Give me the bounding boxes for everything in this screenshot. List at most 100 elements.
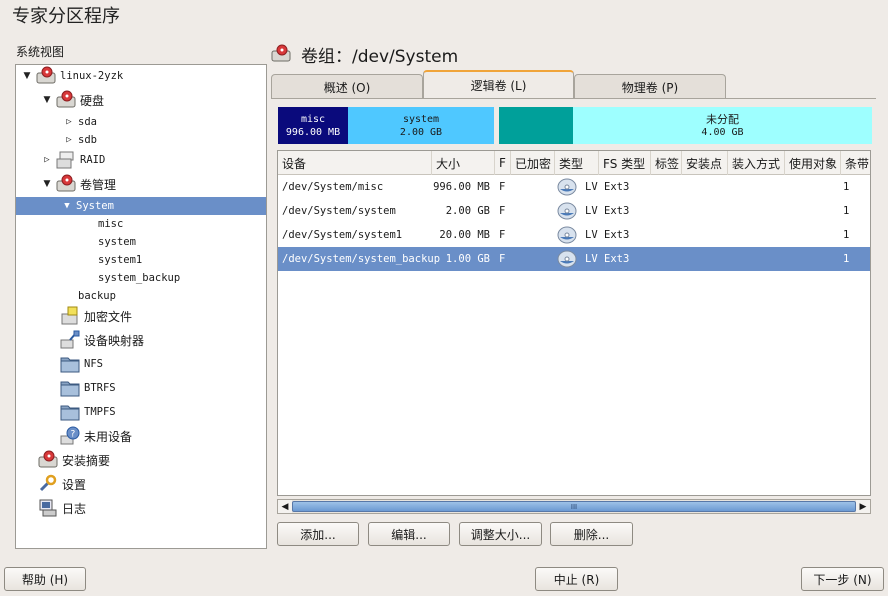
cell-fs-type: Ext3 <box>604 253 630 265</box>
scroll-right-icon[interactable]: ▶ <box>856 500 870 513</box>
harddisk-icon <box>56 90 76 110</box>
tree-item-log[interactable]: 日志 <box>16 499 266 517</box>
collapsed-arrow-icon[interactable]: ▷ <box>64 117 74 127</box>
cell-fs-type: Ext3 <box>604 229 630 241</box>
tree-item-system[interactable]: system <box>16 233 266 251</box>
next-button[interactable]: 下一步 (N) <box>801 567 884 591</box>
tree-label-misc: misc <box>98 218 124 230</box>
tree-label-volume-manager: 卷管理 <box>80 177 117 192</box>
col-size[interactable]: 大小 <box>432 151 495 175</box>
host-icon <box>36 66 56 86</box>
tab-bar: 概述 (O) 逻辑卷 (L) 物理卷 (P) <box>271 70 876 99</box>
cell-type: LV <box>585 181 598 193</box>
volume-group-title: 卷组：/dev/System <box>301 47 459 67</box>
tree-label-backup: backup <box>78 290 116 302</box>
tree-label-unused-devices: 未用设备 <box>84 429 133 444</box>
cell-device: /dev/System/system_backup <box>282 253 441 265</box>
tree-item-host[interactable]: ▼ linux-2yzk <box>16 66 266 86</box>
col-encrypted[interactable]: 已加密 <box>511 151 555 175</box>
table-row[interactable]: /dev/System/system1 20.00 MB F LV Ext3 1 <box>278 223 870 247</box>
tree-label-raid: RAID <box>80 154 106 166</box>
tab-logical-volumes[interactable]: 逻辑卷 (L) <box>423 70 574 99</box>
tab-physical-volumes[interactable]: 物理卷 (P) <box>574 74 726 99</box>
tree-label-crypt-files: 加密文件 <box>84 309 133 324</box>
table-row[interactable]: /dev/System/system 2.00 GB F LV Ext3 1 <box>278 199 870 223</box>
cell-type: LV <box>585 229 598 241</box>
tab-logical-volumes-label: 逻辑卷 (L) <box>470 79 527 93</box>
col-type[interactable]: 类型 <box>555 151 599 175</box>
col-mount-point[interactable]: 安装点 <box>682 151 728 175</box>
horizontal-scrollbar[interactable]: ◀ III ▶ <box>277 499 871 514</box>
app-title: 专家分区程序 <box>12 6 120 27</box>
settings-icon <box>38 474 58 494</box>
tree-item-install-summary[interactable]: 安装摘要 <box>16 450 266 469</box>
col-device[interactable]: 设备 <box>278 151 432 175</box>
table-row[interactable]: /dev/System/misc 996.00 MB F LV Ext3 1 <box>278 175 870 199</box>
tree-item-system1[interactable]: system1 <box>16 251 266 269</box>
table-row[interactable]: /dev/System/system_backup 1.00 GB F LV E… <box>278 247 870 271</box>
cell-stripes: 1 <box>843 229 850 241</box>
tree-item-settings[interactable]: 设置 <box>16 474 266 494</box>
collapsed-arrow-icon[interactable]: ▷ <box>64 135 74 145</box>
tree-item-tmpfs[interactable]: TMPFS <box>16 403 266 421</box>
tree-label-sdb: sdb <box>78 134 97 146</box>
scrollbar-thumb[interactable]: III <box>292 501 856 512</box>
expanded-arrow-icon[interactable]: ▼ <box>62 201 72 211</box>
edit-button[interactable]: 编辑... <box>368 522 450 546</box>
col-used-by[interactable]: 使用对象 <box>785 151 841 175</box>
tree-item-system-backup[interactable]: system_backup <box>16 269 266 287</box>
tree-label-system-backup: system_backup <box>98 272 181 284</box>
tree-item-raid[interactable]: ▷ RAID <box>16 151 266 169</box>
col-label[interactable]: 标签 <box>651 151 682 175</box>
col-stripes[interactable]: 条带 <box>841 151 870 175</box>
tree-label-sda: sda <box>78 116 97 128</box>
expanded-arrow-icon[interactable]: ▼ <box>22 71 32 81</box>
scrollbar-grip: III <box>570 502 578 511</box>
expanded-arrow-icon[interactable]: ▼ <box>42 95 52 105</box>
tree-item-volume-manager[interactable]: ▼ 卷管理 <box>16 174 266 193</box>
tree-item-nfs[interactable]: NFS <box>16 355 266 373</box>
cell-type: LV <box>585 253 598 265</box>
volume-segment-system: system 2.00 GB <box>348 107 494 144</box>
tree-label-nfs: NFS <box>84 358 103 370</box>
folder-icon <box>60 402 80 422</box>
tree-item-device-mapper[interactable]: 设备映射器 <box>16 330 266 350</box>
abort-button[interactable]: 中止 (R) <box>535 567 618 591</box>
tree-label-host: linux-2yzk <box>60 70 124 82</box>
help-button[interactable]: 帮助 (H) <box>4 567 86 591</box>
volume-group-icon <box>271 44 293 66</box>
tree-label-tmpfs: TMPFS <box>84 406 116 418</box>
resize-button[interactable]: 调整大小... <box>459 522 542 546</box>
tree-item-harddisks[interactable]: ▼ 硬盘 <box>16 90 266 110</box>
tab-overview[interactable]: 概述 (O) <box>271 74 423 99</box>
system-tree[interactable]: ▼ linux-2yzk ▼ 硬盘 ▷ sda ▷ sdb ▷ RAID ▼ 卷… <box>15 64 267 549</box>
system-view-label: 系统视图 <box>16 45 65 59</box>
col-f[interactable]: F <box>495 151 511 175</box>
tree-item-unused-devices[interactable]: ? 未用设备 <box>16 426 266 446</box>
cell-f: F <box>499 205 506 217</box>
device-mapper-icon <box>60 330 80 350</box>
tree-label-system1: system1 <box>98 254 143 266</box>
segment-name: 未分配 <box>706 112 739 126</box>
logical-volume-table[interactable]: 设备 大小 F 已加密 类型 FS 类型 标签 安装点 装入方式 使用对象 条带… <box>277 150 871 496</box>
cell-fs-type: Ext3 <box>604 181 630 193</box>
col-fs-type[interactable]: FS 类型 <box>599 151 651 175</box>
tree-item-crypt-files[interactable]: 加密文件 <box>16 306 266 325</box>
delete-button[interactable]: 删除... <box>550 522 633 546</box>
unused-device-icon: ? <box>60 426 80 446</box>
tree-item-misc[interactable]: misc <box>16 215 266 233</box>
expanded-arrow-icon[interactable]: ▼ <box>42 179 52 189</box>
cell-stripes: 1 <box>843 253 850 265</box>
tree-item-sda[interactable]: ▷ sda <box>16 113 266 131</box>
add-button[interactable]: 添加... <box>277 522 359 546</box>
volume-segment-misc: misc 996.00 MB <box>278 107 348 144</box>
tree-item-btrfs[interactable]: BTRFS <box>16 379 266 397</box>
tree-label-harddisks: 硬盘 <box>80 93 105 108</box>
tree-item-sdb[interactable]: ▷ sdb <box>16 131 266 149</box>
collapsed-arrow-icon[interactable]: ▷ <box>42 155 52 165</box>
raid-icon <box>56 150 76 170</box>
tree-item-backup[interactable]: backup <box>16 287 266 305</box>
tree-item-system-vg[interactable]: ▼ System <box>16 197 266 215</box>
scroll-left-icon[interactable]: ◀ <box>278 500 292 513</box>
col-mount-by[interactable]: 装入方式 <box>728 151 785 175</box>
